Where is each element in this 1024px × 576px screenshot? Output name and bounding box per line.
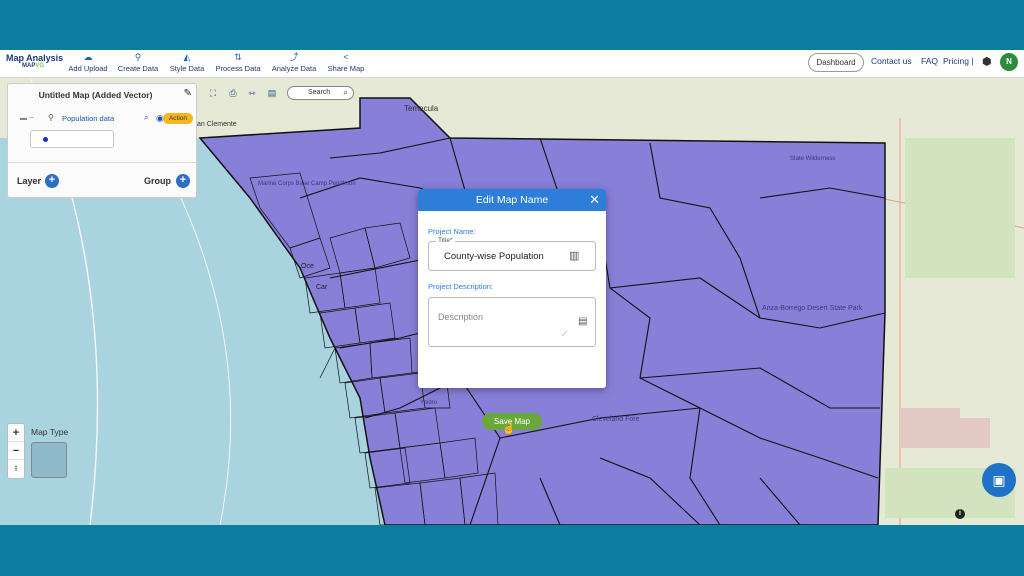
map-label-ysidro: Ysidro [420,400,438,406]
map-label-temecula: Temecula [404,104,439,113]
description-placeholder: Description [438,312,484,322]
zoom-controls: + − ⁝ [7,423,25,479]
faq-link[interactable]: FAQ [921,56,938,66]
layer-name[interactable]: Population data [62,114,114,123]
comment-icon[interactable]: ▤ [266,87,278,99]
map-label-san-clemente: an Clemente [197,121,237,128]
resize-grip-icon[interactable]: ⟋ [562,331,567,339]
map-label-camp-pendleton: Marine Corps Base Camp Pendleton [258,181,356,187]
reserve-area [900,408,960,448]
paint-bucket-icon: ◭ [183,52,191,62]
map-label-cleveland: Cleveland Fore [592,416,640,423]
reset-view-icon[interactable]: ⁝ [8,460,24,478]
project-name-label: Project Name: [428,227,476,236]
nav-add-upload[interactable]: ☁ Add Upload [60,52,116,73]
dialog-header: Edit Map Name ✕ [418,189,606,211]
brand-title: Map Analysis [6,53,64,63]
add-group-button[interactable]: + [176,174,190,188]
action-button[interactable]: Action [163,113,193,124]
group-label: Group [144,176,171,186]
park-area [905,138,1015,278]
close-icon[interactable]: ✕ [589,192,600,208]
edit-map-name-dialog: Edit Map Name ✕ Project Name: Title* Cou… [418,189,606,430]
nav-create-data[interactable]: ⚲ Create Data [110,52,166,73]
map-type-selector[interactable] [31,442,67,478]
map-label-anza: Anza-Borrego Desert State Park [762,305,863,312]
map-type-label: Map Type [31,427,69,437]
brand-logo[interactable]: Map Analysis MAPVG [6,53,63,69]
fullscreen-icon[interactable]: ⛶ [207,87,219,99]
title-value[interactable]: County-wise Population [444,251,562,262]
map-label-carlsbad: Car [316,284,328,291]
search-icon: ⌕ [343,88,348,97]
nav-process-data[interactable]: ⇅ Process Data [210,52,266,73]
nav-style-data[interactable]: ◭ Style Data [159,52,215,73]
add-layer-button[interactable]: + [45,174,59,188]
brand-subtitle: MAPVG [22,63,45,69]
dashboard-button[interactable]: Dashboard [808,53,864,72]
description-field[interactable]: Description ▤ ⟋ [428,297,596,347]
divider [8,162,196,163]
contact-us-link[interactable]: Contact us [871,56,912,66]
nav-analyze-data[interactable]: ⤴ Analyze Data [266,52,322,73]
dialog-title: Edit Map Name [475,194,549,206]
search-input[interactable]: Search ⌕ [287,86,354,100]
reserve-area [960,418,990,448]
zoom-in-button[interactable]: + [8,424,24,442]
nav-share-map[interactable]: < Share Map [318,52,374,73]
share-icon: < [343,52,349,62]
layer-legend [30,130,114,148]
map-toolbar: ⛶ ⎙ ⇿ ▤ Search ⌕ [203,84,355,102]
zoom-out-button[interactable]: − [8,442,24,460]
analyze-icon: ⤴ [289,52,299,62]
process-icon: ⇅ [234,52,242,62]
map-label-state-wilderness: State Wilderness [790,156,835,162]
title-field[interactable]: Title* County-wise Population ▥ [428,237,596,271]
layer-label: Layer [17,176,42,186]
map-title: Untitled Map (Added Vector) [38,90,153,100]
app-frame: Temecula Oce Car Marine Corps Base Camp … [0,50,1024,525]
map-icon: ▥ [569,250,580,262]
print-icon[interactable]: ⎙ [227,87,239,99]
avatar[interactable]: N [1000,53,1018,71]
layer-panel: Untitled Map (Added Vector) ✎ ▬ ─ ⚲ Popu… [7,83,197,198]
chat-icon: ▣ [992,472,1006,488]
pricing-link[interactable]: Pricing | [943,56,974,66]
pencil-icon[interactable]: ✎ [184,88,192,99]
zoom-to-layer-icon[interactable]: ⌕ [144,113,148,123]
measure-icon[interactable]: ⇿ [246,87,258,99]
drag-handle-icon[interactable]: ▬ ─ [20,115,36,122]
layer-type-icon: ⚲ [48,113,54,122]
project-description-label: Project Description: [428,282,494,291]
title-legend: Title* [436,237,455,244]
legend-dot [43,137,48,142]
document-icon: ▤ [578,316,588,327]
info-icon[interactable]: i [955,509,965,519]
map-label-ocean: Oce [301,263,314,270]
location-pin-icon: ⚲ [134,52,142,62]
cube-icon[interactable]: ⬢ [982,56,994,68]
cloud-upload-icon: ☁ [83,52,93,62]
pointer-cursor-icon: ☝ [502,423,516,435]
top-navigation-bar: Map Analysis MAPVG ☁ Add Upload ⚲ Create… [0,50,1024,78]
chat-button[interactable]: ▣ [982,463,1016,497]
